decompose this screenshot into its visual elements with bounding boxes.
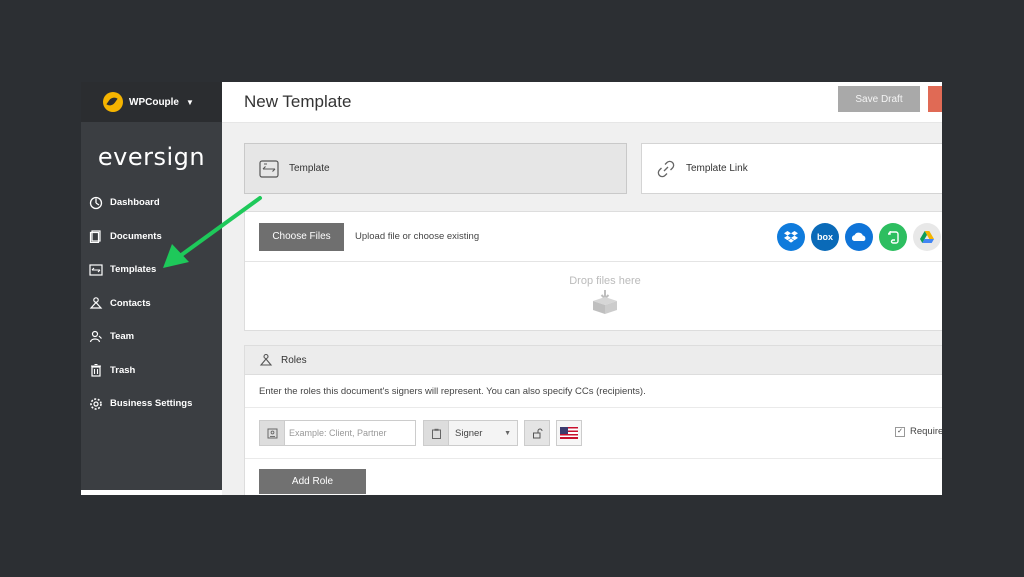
- language-select-button[interactable]: [556, 420, 582, 446]
- contacts-icon: [89, 297, 103, 309]
- role-name-input[interactable]: [285, 421, 415, 445]
- roles-panel: Roles Enter the roles this document's si…: [244, 345, 942, 495]
- main-panel: New Template Save Draft Template Templat…: [222, 82, 942, 495]
- sidebar-item-label: Documents: [110, 230, 162, 242]
- upload-hint: Upload file or choose existing: [355, 231, 480, 242]
- clipboard-icon: [424, 421, 449, 445]
- caret-down-icon: ▼: [186, 97, 194, 107]
- checkbox-icon: ✓: [895, 426, 905, 437]
- account-name: WPCouple: [129, 96, 179, 108]
- trash-icon: [91, 364, 101, 377]
- roles-header: Roles: [245, 346, 942, 375]
- upload-panel: Choose Files Upload file or choose exist…: [244, 211, 942, 331]
- gear-icon: [90, 397, 102, 410]
- type-option-template[interactable]: Template: [244, 143, 627, 194]
- sidebar-item-business-settings[interactable]: Business Settings: [81, 387, 222, 421]
- type-option-label: Template Link: [686, 163, 748, 174]
- documents-icon: [89, 230, 101, 244]
- sidebar-item-dashboard[interactable]: Dashboard: [81, 186, 222, 220]
- roles-icon: [259, 353, 273, 366]
- template-form: Template Template Link Choose Files Uplo…: [222, 123, 942, 495]
- sidebar-item-label: Templates: [110, 264, 157, 276]
- link-icon: [657, 160, 675, 177]
- dropbox-icon[interactable]: [777, 223, 805, 251]
- drop-files-text: Drop files here: [569, 275, 641, 287]
- add-role-button[interactable]: Add Role: [259, 469, 366, 494]
- caret-down-icon: ▼: [504, 429, 511, 437]
- roles-description: Enter the roles this document's signers …: [245, 375, 942, 408]
- brand-logo: eversign: [97, 143, 206, 171]
- sidebar-nav: Dashboard Documents Templates Contacts T…: [81, 186, 222, 421]
- signer-type-label: Signer: [455, 427, 483, 439]
- id-card-icon: [260, 421, 285, 445]
- sidebar-item-label: Contacts: [110, 297, 151, 309]
- templates-icon: [89, 264, 103, 276]
- sidebar-item-trash[interactable]: Trash: [81, 354, 222, 388]
- account-switcher[interactable]: WPCouple ▼: [81, 82, 222, 122]
- account-logo-icon: [103, 92, 123, 112]
- sidebar-item-label: Team: [110, 331, 135, 343]
- roles-title: Roles: [281, 354, 307, 366]
- template-icon: [259, 159, 279, 178]
- page-header: New Template Save Draft: [222, 82, 942, 123]
- sidebar-item-contacts[interactable]: Contacts: [81, 287, 222, 321]
- type-option-label: Template: [289, 163, 330, 174]
- type-option-template-link[interactable]: Template Link: [641, 143, 942, 194]
- save-draft-button[interactable]: Save Draft: [838, 86, 920, 112]
- sidebar-item-label: Trash: [110, 364, 136, 376]
- app-window: WPCouple ▼ eversign Dashboard Documents …: [81, 82, 942, 495]
- required-checkbox[interactable]: ✓ Require: [895, 426, 942, 437]
- choose-files-button[interactable]: Choose Files: [259, 222, 344, 251]
- page-title: New Template: [244, 92, 352, 111]
- sidebar-item-team[interactable]: Team: [81, 320, 222, 354]
- file-drop-zone[interactable]: Drop files here: [245, 262, 942, 330]
- signer-type-select[interactable]: Signer ▼: [423, 420, 518, 446]
- sidebar-item-documents[interactable]: Documents: [81, 220, 222, 254]
- evernote-icon[interactable]: [879, 223, 907, 251]
- us-flag-icon: [560, 427, 578, 439]
- signer-type-value: Signer ▼: [449, 421, 517, 445]
- box-icon[interactable]: box: [811, 223, 839, 251]
- unlock-icon: [532, 428, 542, 438]
- onedrive-icon[interactable]: [845, 223, 873, 251]
- cloud-providers: box: [777, 223, 941, 251]
- sidebar-item-label: Dashboard: [110, 197, 160, 209]
- role-name-field: [259, 420, 416, 446]
- sidebar-item-label: Business Settings: [110, 398, 193, 410]
- upload-toolbar: Choose Files Upload file or choose exist…: [245, 212, 942, 262]
- dashboard-icon: [89, 196, 103, 209]
- google-drive-icon[interactable]: [913, 223, 941, 251]
- role-row: Signer ▼ ✓ Require: [245, 408, 942, 459]
- lock-toggle-button[interactable]: [524, 420, 550, 446]
- required-label: Require: [910, 426, 942, 437]
- sidebar: WPCouple ▼ eversign Dashboard Documents …: [81, 82, 222, 490]
- team-icon: [89, 330, 102, 342]
- box-label: box: [816, 232, 833, 242]
- primary-action-button[interactable]: [928, 86, 942, 112]
- sidebar-item-templates[interactable]: Templates: [81, 253, 222, 287]
- drop-box-icon: [593, 290, 617, 314]
